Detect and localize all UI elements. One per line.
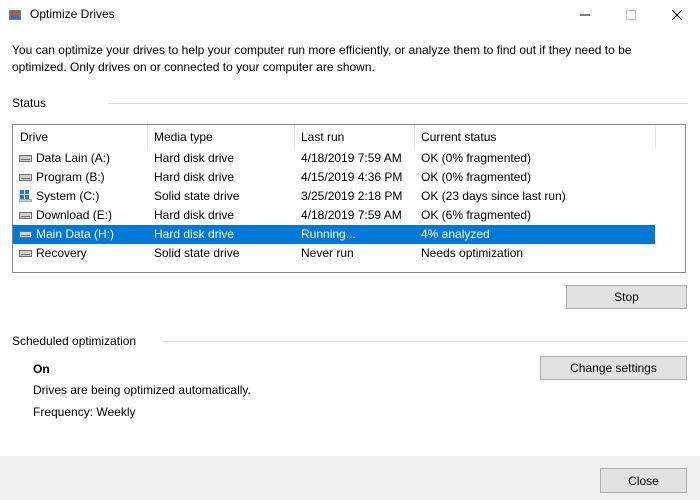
media-type: Hard disk drive [154, 151, 235, 165]
drive-name: Main Data (H:) [36, 227, 115, 241]
last-run: 4/18/2019 7:59 AM [301, 151, 402, 165]
drive-name: Recovery [36, 246, 87, 260]
media-type: Hard disk drive [154, 227, 235, 241]
schedule-frequency: Frequency: Weekly [33, 405, 136, 419]
minimize-button[interactable] [562, 0, 608, 30]
last-run: 4/18/2019 7:59 AM [301, 208, 402, 222]
current-status: OK (0% fragmented) [421, 170, 532, 184]
current-status: OK (23 days since last run) [421, 189, 566, 203]
window-title: Optimize Drives [30, 7, 115, 21]
last-run: Never run [301, 246, 354, 260]
column-header-media-type[interactable]: Media type [147, 125, 294, 149]
optimize-drives-app-icon [9, 10, 21, 20]
last-run: 3/25/2019 2:18 PM [301, 189, 403, 203]
hard-disk-icon [19, 250, 32, 257]
drive-row[interactable]: Download (E:) Hard disk drive 4/18/2019 … [13, 206, 655, 225]
minimize-icon [580, 14, 590, 16]
current-status: OK (0% fragmented) [421, 151, 532, 165]
media-type: Solid state drive [154, 189, 240, 203]
hard-disk-icon [19, 155, 32, 162]
description-text: You can optimize your drives to help you… [12, 43, 632, 74]
change-settings-button[interactable]: Change settings [540, 356, 687, 380]
schedule-state: On [33, 362, 50, 376]
drive-name: System (C:) [36, 189, 100, 203]
current-status: Needs optimization [421, 246, 524, 260]
scheduled-optimization-label: Scheduled optimization [12, 334, 137, 348]
drive-name: Program (B:) [36, 170, 105, 184]
column-header-last-run[interactable]: Last run [294, 125, 414, 149]
hard-disk-icon [19, 212, 32, 219]
drive-row[interactable]: Data Lain (A:) Hard disk drive 4/18/2019… [13, 149, 655, 168]
title-bar: Optimize Drives [0, 0, 700, 30]
last-run: 4/15/2019 4:36 PM [301, 170, 403, 184]
drive-row-selected[interactable]: Main Data (H:) Hard disk drive Running..… [13, 225, 655, 244]
drive-row[interactable]: Program (B:) Hard disk drive 4/15/2019 4… [13, 168, 655, 187]
maximize-button[interactable] [608, 0, 654, 30]
status-label: Status [12, 96, 47, 110]
windows-drive-icon [19, 190, 32, 202]
hard-disk-icon [19, 231, 32, 238]
column-header-current-status[interactable]: Current status [414, 125, 655, 149]
drive-name: Download (E:) [36, 208, 113, 222]
media-type: Hard disk drive [154, 170, 235, 184]
drive-row[interactable]: Recovery Solid state drive Never run Nee… [13, 244, 655, 263]
hard-disk-icon [19, 174, 32, 181]
column-divider[interactable] [655, 125, 656, 149]
last-run: Running... [301, 227, 356, 241]
close-icon [672, 10, 682, 20]
drives-list[interactable]: Drive Media type Last run Current status… [12, 124, 686, 273]
stop-button[interactable]: Stop [566, 285, 687, 309]
scheduled-separator [162, 341, 688, 342]
column-header-drive[interactable]: Drive [13, 125, 147, 149]
current-status: 4% analyzed [421, 227, 490, 241]
footer-bar [0, 456, 700, 500]
close-window-button[interactable] [654, 0, 700, 30]
drive-row[interactable]: System (C:) Solid state drive 3/25/2019 … [13, 187, 655, 206]
media-type: Hard disk drive [154, 208, 235, 222]
status-separator [108, 103, 688, 104]
media-type: Solid state drive [154, 246, 240, 260]
close-button[interactable]: Close [600, 468, 687, 493]
maximize-icon [626, 10, 636, 20]
drive-name: Data Lain (A:) [36, 151, 111, 165]
schedule-detail: Drives are being optimized automatically… [33, 383, 251, 397]
current-status: OK (6% fragmented) [421, 208, 532, 222]
